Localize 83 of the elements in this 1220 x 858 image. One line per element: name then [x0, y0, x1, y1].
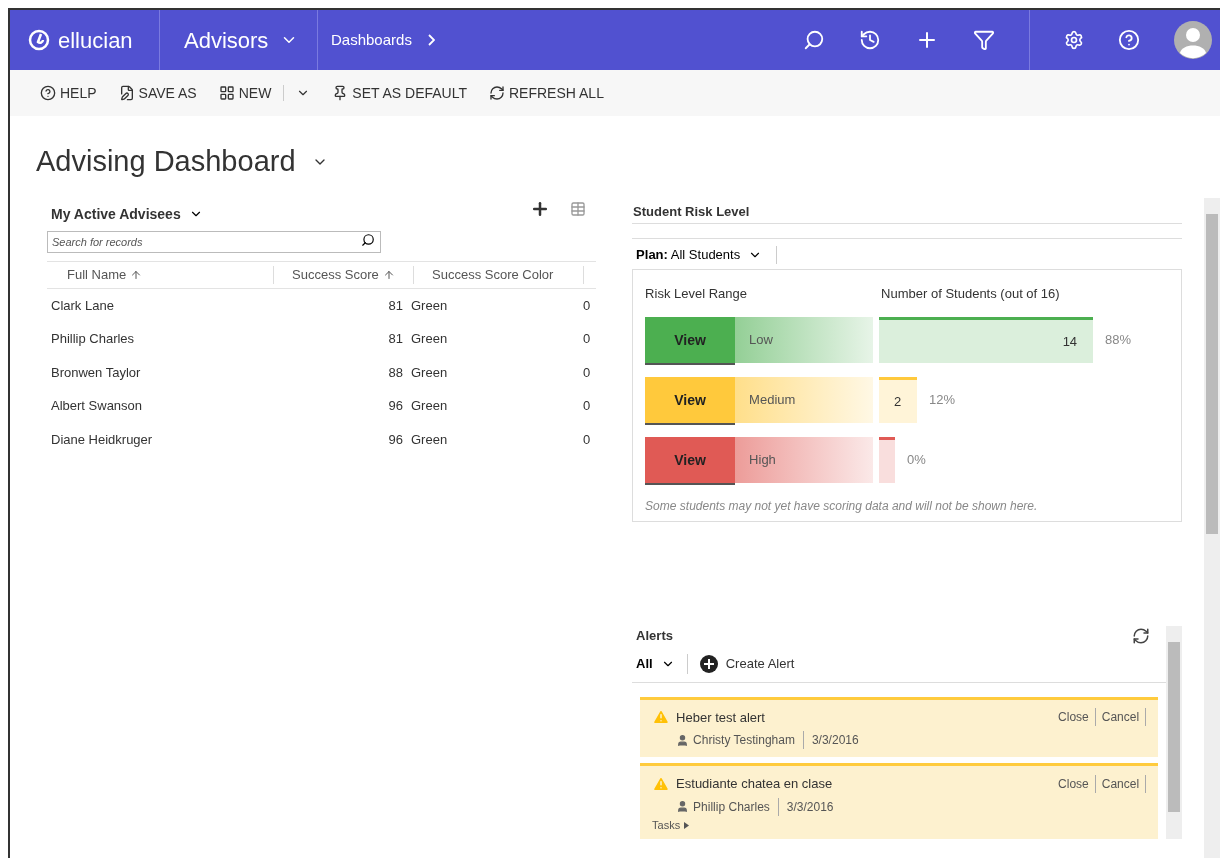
alert-person[interactable]: Christy Testingham: [693, 731, 804, 749]
count-bar: [879, 437, 896, 483]
filter-selector[interactable]: All: [636, 653, 653, 674]
count-value: 14: [1062, 332, 1078, 351]
help-icon[interactable]: [1118, 29, 1140, 51]
search-icon[interactable]: [361, 232, 375, 247]
table-cell-text: Phillip Charles: [50, 330, 136, 348]
refresh-icon[interactable]: [1132, 626, 1151, 645]
risk-label: Medium: [735, 377, 874, 423]
plus-circle-icon: [699, 654, 718, 673]
pencil-document-icon: [118, 85, 135, 101]
grid-icon: [218, 85, 235, 101]
avatar-icon[interactable]: [1174, 21, 1212, 59]
toolbar-button[interactable]: SET AS DEFAULT: [332, 82, 467, 104]
view-button[interactable]: View: [645, 377, 736, 423]
person-icon: [676, 800, 690, 813]
column-header: Risk Level Range: [645, 284, 748, 303]
table-cell-text: 0: [582, 296, 591, 315]
column-header[interactable]: Success Score Color: [432, 264, 554, 285]
view-button[interactable]: View: [645, 437, 736, 483]
alert-date: 3/3/2016: [810, 732, 859, 749]
toolbar-button[interactable]: REFRESH ALL: [489, 82, 604, 104]
table-cell-text: 0: [582, 363, 591, 382]
grid-icon[interactable]: [570, 201, 587, 217]
percent-value: 0%: [907, 451, 926, 470]
history-icon[interactable]: [859, 29, 881, 51]
widget-title: Alerts: [636, 627, 673, 645]
table-cell-text: Bronwen Taylor: [50, 363, 142, 382]
alert-action-link[interactable]: Close: [1052, 774, 1096, 793]
percent-value: 88%: [1105, 331, 1132, 350]
settings-icon[interactable]: [1064, 30, 1084, 50]
logo-icon: [28, 29, 50, 51]
risk-label: Low: [735, 317, 874, 363]
person-icon: [676, 733, 690, 747]
column-header[interactable]: Success Score: [292, 264, 379, 285]
table-cell-text: Green: [410, 330, 449, 348]
table-cell-text: 96: [387, 397, 404, 415]
alert-action-link[interactable]: Cancel: [1095, 774, 1147, 793]
brand-name: ellucian: [58, 26, 133, 55]
filter-icon[interactable]: [973, 29, 995, 51]
view-selector[interactable]: My Active Advisees: [51, 203, 181, 225]
toolbar-button[interactable]: NEW: [218, 82, 272, 104]
alert-date: 3/3/2016: [785, 798, 834, 816]
table-cell-text: Diane Heidkruger: [50, 430, 154, 449]
table-cell-text: Albert Swanson: [50, 397, 144, 415]
breadcrumb-link[interactable]: Dashboards: [318, 10, 435, 70]
table-cell-text: 0: [582, 330, 591, 348]
risk-label: High: [735, 437, 874, 483]
alert-title: Estudiante chatea en clase: [676, 775, 833, 793]
column-header[interactable]: Full Name: [67, 264, 127, 285]
percent-value: 12%: [929, 391, 956, 410]
help-icon: [40, 85, 56, 101]
chevron-right-icon: [427, 34, 435, 46]
toolbar-button[interactable]: HELP: [40, 82, 97, 104]
table-cell-text: Green: [410, 430, 449, 449]
table-cell-text: Green: [410, 397, 449, 415]
column-header: Number of Students (out of 16): [881, 284, 1060, 303]
create-alert-button[interactable]: Create Alert: [699, 653, 795, 674]
table-cell-text: 81: [387, 296, 404, 315]
table-cell-text: 81: [387, 330, 404, 348]
count-value: 2: [893, 392, 902, 411]
table-cell-text: Green: [410, 296, 449, 315]
footnote: Some students may not yet have scoring data and will not be shown here.: [645, 498, 1039, 515]
alert-action-link[interactable]: Cancel: [1095, 708, 1147, 727]
table-cell-text: 0: [582, 397, 591, 415]
toolbar-button[interactable]: SAVE AS: [118, 82, 197, 104]
alert-action-link[interactable]: Close: [1052, 708, 1096, 727]
tasks-toggle[interactable]: Tasks: [652, 819, 690, 831]
search-field[interactable]: Search for records: [47, 230, 381, 253]
widget-title: Student Risk Level: [632, 201, 1183, 224]
view-button[interactable]: View: [645, 317, 736, 363]
refresh-icon: [489, 85, 505, 101]
alert-person[interactable]: Phillip Charles: [693, 797, 779, 816]
search-icon[interactable]: [803, 29, 825, 51]
table-cell-text: Clark Lane: [50, 296, 115, 315]
table-cell-text: 0: [582, 430, 591, 449]
expand-arrow-icon: [684, 821, 690, 829]
page-title: Advising Dashboard: [36, 144, 296, 179]
plan-selector[interactable]: Plan: All Students: [636, 245, 741, 265]
table-cell-text: 88: [387, 363, 404, 382]
table-cell-text: 96: [387, 430, 404, 449]
alert-title: Heber test alert: [676, 708, 765, 727]
table-cell-text: Green: [410, 363, 449, 382]
